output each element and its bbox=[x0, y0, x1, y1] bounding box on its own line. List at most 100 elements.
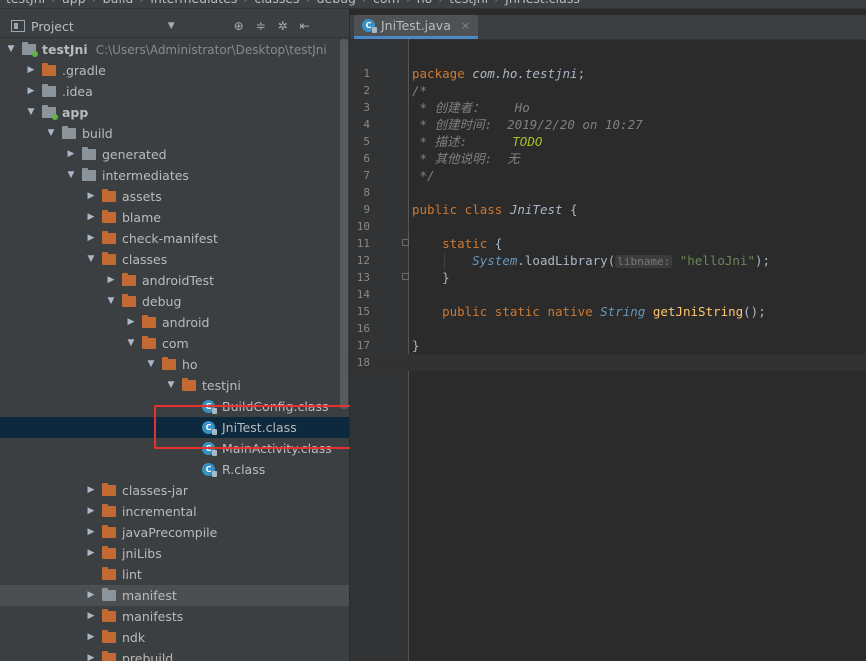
tree-node-assets[interactable]: ▶ assets bbox=[0, 186, 349, 207]
breadcrumb-item[interactable]: intermediates bbox=[150, 0, 237, 6]
tree-node-generated[interactable]: ▶ generated bbox=[0, 144, 349, 165]
breadcrumb-item[interactable]: testjni bbox=[449, 0, 488, 6]
tree-node-ho[interactable]: ▼ ho bbox=[0, 354, 349, 375]
tree-node-label: com bbox=[162, 333, 189, 354]
expand-arrow-down-icon[interactable]: ▼ bbox=[46, 123, 56, 144]
expand-arrow-down-icon[interactable]: ▼ bbox=[146, 354, 156, 375]
folder-icon bbox=[82, 147, 96, 160]
close-icon[interactable]: × bbox=[461, 19, 470, 32]
code-token: getJniString bbox=[652, 304, 744, 319]
tree-node-blame[interactable]: ▶ blame bbox=[0, 207, 349, 228]
expand-arrow-right-icon[interactable]: ▶ bbox=[86, 522, 96, 543]
tree-node-idea[interactable]: ▶ .idea bbox=[0, 81, 349, 102]
tree-node-androidtest[interactable]: ▶ androidTest bbox=[0, 270, 349, 291]
code-line[interactable]: 3 * 创建者： Ho bbox=[350, 99, 866, 116]
tree-node-check-manifest[interactable]: ▶ check-manifest bbox=[0, 228, 349, 249]
tree-node-javaprecompile[interactable]: ▶ javaPrecompile bbox=[0, 522, 349, 543]
code-line[interactable]: 16 bbox=[350, 320, 866, 337]
code-line[interactable]: 1 package com.ho.testjni; bbox=[350, 65, 866, 82]
code-token: loadLibrary( bbox=[524, 253, 616, 268]
tree-node-gradle[interactable]: ▶ .gradle bbox=[0, 60, 349, 81]
tree-node-manifest[interactable]: ▶ manifest bbox=[0, 585, 349, 606]
breadcrumb-separator: › bbox=[494, 0, 499, 6]
expand-arrow-down-icon[interactable]: ▼ bbox=[86, 249, 96, 270]
expand-arrow-right-icon[interactable]: ▶ bbox=[86, 228, 96, 249]
code-line[interactable]: 10 bbox=[350, 218, 866, 235]
tree-node-incremental[interactable]: ▶ incremental bbox=[0, 501, 349, 522]
expand-arrow-right-icon[interactable]: ▶ bbox=[86, 627, 96, 648]
fold-marker-icon[interactable] bbox=[402, 239, 409, 246]
tree-node-classes-jar[interactable]: ▶ classes-jar bbox=[0, 480, 349, 501]
breadcrumb-item[interactable]: com bbox=[373, 0, 400, 6]
code-line[interactable]: 5 * 描述: TODO bbox=[350, 133, 866, 150]
tree-node-testjni[interactable]: ▼ testjni bbox=[0, 375, 349, 396]
folder-icon bbox=[102, 483, 116, 496]
expand-arrow-right-icon[interactable]: ▶ bbox=[86, 606, 96, 627]
folder-icon bbox=[142, 315, 156, 328]
code-text-area[interactable]: 1 package com.ho.testjni; 2/* 3 * 创建者： Ho 4 … bbox=[350, 65, 866, 371]
code-line[interactable]: 2 /* bbox=[350, 82, 866, 99]
tree-node-prebuild[interactable]: ▶ prebuild bbox=[0, 648, 349, 661]
expand-arrow-right-icon[interactable]: ▶ bbox=[86, 207, 96, 228]
chevron-down-icon[interactable]: ▼ bbox=[168, 21, 175, 31]
code-line[interactable]: 11 static { bbox=[350, 235, 866, 252]
tree-node-ndk[interactable]: ▶ ndk bbox=[0, 627, 349, 648]
tree-node-intermediates[interactable]: ▼ intermediates bbox=[0, 165, 349, 186]
code-line[interactable]: 7 */ bbox=[350, 167, 866, 184]
breadcrumb-item[interactable]: testJni bbox=[6, 0, 45, 6]
tree-node-classes[interactable]: ▼ classes bbox=[0, 249, 349, 270]
code-line[interactable]: 4 * 创建时间: 2019/2/20 on 10:27 bbox=[350, 116, 866, 133]
tree-node-lint[interactable]: lint bbox=[0, 564, 349, 585]
expand-arrow-right-icon[interactable]: ▶ bbox=[86, 585, 96, 606]
collapse-all-icon[interactable]: ≑ bbox=[253, 18, 269, 34]
code-line[interactable]: 8 bbox=[350, 184, 866, 201]
code-line[interactable]: 9 public class JniTest { bbox=[350, 201, 866, 218]
tree-node-build[interactable]: ▼ build bbox=[0, 123, 349, 144]
node-name: build bbox=[82, 126, 113, 141]
expand-arrow-right-icon[interactable]: ▶ bbox=[26, 60, 36, 81]
expand-arrow-right-icon[interactable]: ▶ bbox=[106, 270, 116, 291]
tree-node-app[interactable]: ▼ app bbox=[0, 102, 349, 123]
expand-arrow-down-icon[interactable]: ▼ bbox=[6, 39, 16, 60]
target-icon[interactable]: ⊕ bbox=[231, 18, 247, 34]
expand-arrow-right-icon[interactable]: ▶ bbox=[86, 648, 96, 661]
hide-panel-icon[interactable]: ⇤ bbox=[297, 18, 313, 34]
code-line[interactable]: 15 public static native String getJniStr… bbox=[350, 303, 866, 320]
expand-arrow-right-icon[interactable]: ▶ bbox=[126, 312, 136, 333]
code-line[interactable]: 18 bbox=[350, 354, 866, 371]
code-line[interactable]: 12 System.loadLibrary(libname: "helloJni… bbox=[350, 252, 866, 269]
expand-arrow-down-icon[interactable]: ▼ bbox=[106, 291, 116, 312]
tree-node-testjni[interactable]: ▼ testJni C:\Users\Administrator\Desktop\t… bbox=[0, 39, 349, 60]
code-line[interactable]: 14 bbox=[350, 286, 866, 303]
tree-node-debug[interactable]: ▼ debug bbox=[0, 291, 349, 312]
breadcrumb-item[interactable]: build bbox=[103, 0, 134, 6]
expand-arrow-down-icon[interactable]: ▼ bbox=[166, 375, 176, 396]
code-line[interactable]: 13 } bbox=[350, 269, 866, 286]
expand-arrow-right-icon[interactable]: ▶ bbox=[86, 480, 96, 501]
expand-arrow-right-icon[interactable]: ▶ bbox=[86, 186, 96, 207]
expand-arrow-right-icon[interactable]: ▶ bbox=[26, 81, 36, 102]
breadcrumb-item[interactable]: app bbox=[62, 0, 86, 6]
tree-node-r-class[interactable]: C R.class bbox=[0, 459, 349, 480]
tree-node-com[interactable]: ▼ com bbox=[0, 333, 349, 354]
fold-marker-icon[interactable] bbox=[402, 273, 409, 280]
tree-node-jnilibs[interactable]: ▶ jniLibs bbox=[0, 543, 349, 564]
expand-arrow-down-icon[interactable]: ▼ bbox=[126, 333, 136, 354]
breadcrumb-item[interactable]: ho bbox=[417, 0, 433, 6]
code-line[interactable]: 17} bbox=[350, 337, 866, 354]
expand-arrow-right-icon[interactable]: ▶ bbox=[86, 543, 96, 564]
expand-arrow-right-icon[interactable]: ▶ bbox=[86, 501, 96, 522]
breadcrumb-item[interactable]: classes bbox=[254, 0, 299, 6]
breadcrumb-item[interactable]: JniTest.class bbox=[505, 0, 580, 6]
tree-node-android[interactable]: ▶ android bbox=[0, 312, 349, 333]
expand-arrow-down-icon[interactable]: ▼ bbox=[26, 102, 36, 123]
tab-jnitest-java[interactable]: C JniTest.java × bbox=[354, 15, 479, 39]
breadcrumb-item[interactable]: debug bbox=[317, 0, 356, 6]
tree-scrollbar[interactable] bbox=[340, 39, 348, 409]
project-view-selector[interactable]: Project bbox=[31, 19, 74, 34]
expand-arrow-down-icon[interactable]: ▼ bbox=[66, 165, 76, 186]
code-line[interactable]: 6 * 其他说明: 无 bbox=[350, 150, 866, 167]
gear-icon[interactable]: ✲ bbox=[275, 18, 291, 34]
expand-arrow-right-icon[interactable]: ▶ bbox=[66, 144, 76, 165]
tree-node-manifests[interactable]: ▶ manifests bbox=[0, 606, 349, 627]
